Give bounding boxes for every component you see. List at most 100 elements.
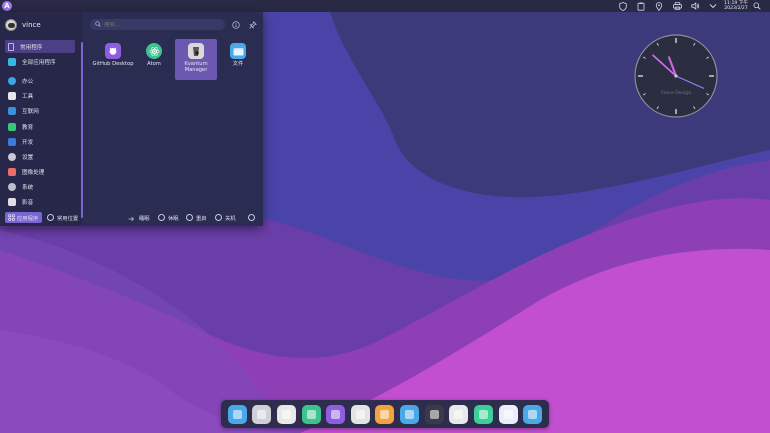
- category-favorites[interactable]: 常用程序: [5, 40, 75, 53]
- category-office[interactable]: 办公: [5, 74, 75, 87]
- dock-glyph: [503, 409, 513, 419]
- tab-label: 应用程序: [17, 215, 39, 222]
- category-multimedia[interactable]: 影音: [5, 195, 75, 208]
- github-icon[interactable]: [326, 404, 346, 424]
- clock-date: 2023/2/27: [724, 6, 748, 11]
- office-icon: [8, 76, 16, 85]
- category-development[interactable]: 开发: [5, 135, 75, 148]
- user-info[interactable]: vince: [5, 19, 41, 31]
- category-label: 系统: [22, 184, 34, 191]
- category-label: 办公: [22, 78, 34, 85]
- grid-icon: [8, 214, 15, 221]
- shield-icon[interactable]: [614, 0, 632, 12]
- clock-brand: Vince Design: [660, 90, 692, 96]
- dock-glyph: [232, 409, 242, 419]
- menu-sidebar: vince 常用程序 全部应用程序 办公 工具 互联网 教育 开发 设置 图像处…: [0, 12, 82, 226]
- category-settings[interactable]: 设置: [5, 150, 75, 163]
- dock-glyph: [528, 409, 538, 419]
- sleep-icon: [128, 216, 134, 221]
- figma-icon[interactable]: [424, 404, 444, 424]
- tab-label: 常用位置: [57, 215, 79, 222]
- info-button[interactable]: [230, 19, 241, 30]
- file-manager-icon[interactable]: [523, 404, 543, 424]
- restart-button[interactable]: 重启: [186, 212, 207, 223]
- dock-glyph: [380, 409, 390, 419]
- dock-glyph: [306, 409, 316, 419]
- dock-glyph: [429, 409, 439, 419]
- chevron-down-icon[interactable]: [704, 0, 722, 12]
- app-atom[interactable]: Atom: [133, 39, 175, 80]
- hibernate-button[interactable]: 休眠: [158, 212, 179, 223]
- music-icon[interactable]: [473, 404, 493, 424]
- more-options-button[interactable]: [248, 212, 258, 223]
- avatar[interactable]: [5, 19, 17, 31]
- dock-glyph: [478, 409, 488, 419]
- more-icon: [248, 214, 255, 221]
- multimedia-icon: [8, 197, 16, 206]
- category-utilities[interactable]: 工具: [5, 89, 75, 102]
- printer-icon[interactable]: [668, 0, 686, 12]
- category-education[interactable]: 教育: [5, 120, 75, 133]
- app-files[interactable]: 文件: [217, 39, 259, 80]
- atom-icon[interactable]: [301, 404, 321, 424]
- clipboard-icon[interactable]: [632, 0, 650, 12]
- restart-label: 重启: [196, 215, 207, 222]
- digital-clock[interactable]: 11:19 下午 2023/2/27: [724, 1, 748, 11]
- hibernate-label: 休眠: [168, 215, 179, 222]
- search-input[interactable]: [104, 21, 214, 28]
- application-menu: vince 常用程序 全部应用程序 办公 工具 互联网 教育 开发 设置 图像处…: [0, 12, 263, 226]
- atom-icon: [146, 43, 162, 59]
- category-label: 互联网: [22, 108, 39, 115]
- settings-icon[interactable]: [252, 404, 272, 424]
- photo-icon[interactable]: [375, 404, 395, 424]
- chrome-icon[interactable]: [277, 404, 297, 424]
- search-field[interactable]: [90, 19, 225, 30]
- sidebar-scrollbar[interactable]: [81, 42, 83, 218]
- app-label: Kvantum Manager: [184, 61, 208, 73]
- files-icon[interactable]: [227, 404, 247, 424]
- pin-icon: [248, 20, 257, 29]
- restart-icon: [186, 214, 193, 221]
- kvantum-icon[interactable]: [350, 404, 370, 424]
- category-system[interactable]: 系统: [5, 180, 75, 193]
- category-graphics[interactable]: 图像处理: [5, 165, 75, 178]
- application-launcher-button[interactable]: A: [2, 1, 12, 11]
- category-label: 工具: [22, 93, 34, 100]
- system-tray: 11:19 下午 2023/2/27: [614, 0, 766, 12]
- app-kvantum-manager[interactable]: Kvantum Manager: [175, 39, 217, 80]
- username: vince: [22, 21, 41, 29]
- category-label: 全部应用程序: [22, 59, 56, 66]
- app-github-desktop[interactable]: GitHub Desktop: [92, 39, 134, 80]
- category-label: 设置: [22, 154, 34, 161]
- shutdown-button[interactable]: 关机: [215, 212, 236, 223]
- folder-icon: [230, 43, 246, 59]
- settings-icon: [8, 152, 16, 161]
- search-icon[interactable]: [748, 0, 766, 12]
- app-label: Atom: [147, 61, 161, 67]
- browser-icon[interactable]: [498, 404, 518, 424]
- category-label: 教育: [22, 124, 34, 131]
- category-label: 开发: [22, 139, 34, 146]
- dock-glyph: [405, 409, 415, 419]
- dock-glyph: [282, 409, 292, 419]
- category-label: 图像处理: [22, 169, 45, 176]
- sleep-label: 睡眠: [139, 215, 150, 222]
- tab-applications[interactable]: 应用程序: [5, 212, 42, 223]
- volume-icon[interactable]: [686, 0, 704, 12]
- all-apps-icon: [8, 57, 16, 66]
- category-internet[interactable]: 互联网: [5, 104, 75, 117]
- analog-clock-widget: Vince Design: [634, 34, 718, 118]
- location-icon[interactable]: [650, 0, 668, 12]
- dock-glyph: [257, 409, 267, 419]
- dock: [221, 400, 549, 428]
- sleep-button[interactable]: 睡眠: [128, 212, 150, 223]
- development-icon: [8, 137, 16, 146]
- category-all-apps[interactable]: 全部应用程序: [5, 55, 75, 68]
- pin-button[interactable]: [247, 19, 258, 30]
- category-label: 常用程序: [20, 44, 43, 51]
- education-icon: [8, 122, 16, 131]
- folder-icon[interactable]: [400, 404, 420, 424]
- tab-places[interactable]: 常用位置: [47, 212, 78, 223]
- inkscape-icon[interactable]: [449, 404, 469, 424]
- category-label: 影音: [22, 199, 34, 206]
